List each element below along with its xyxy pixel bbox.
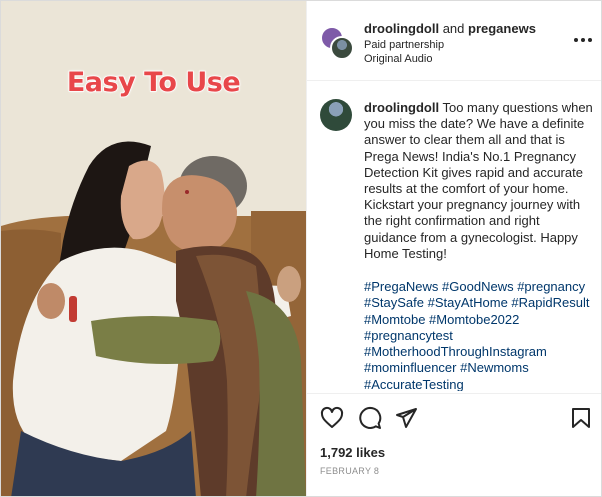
more-horizontal-icon <box>574 38 592 42</box>
caption-username[interactable]: droolingdoll <box>364 100 439 115</box>
caption-avatar[interactable] <box>320 99 352 131</box>
caption-body: Too many questions when you miss the dat… <box>364 100 593 261</box>
post-header: droolingdoll and preganews Paid partners… <box>307 1 601 81</box>
overlay-caption-text: Easy To Use <box>66 66 241 99</box>
header-username-secondary[interactable]: preganews <box>468 21 536 36</box>
caption-hashtags[interactable]: #PregaNews #GoodNews #pregnancy #StaySaf… <box>364 279 594 391</box>
header-username-primary[interactable]: droolingdoll <box>364 21 439 36</box>
header-joiner: and <box>439 21 469 36</box>
share-icon[interactable] <box>394 406 418 430</box>
heart-icon[interactable] <box>320 406 344 430</box>
avatar-droolingdoll[interactable] <box>330 36 354 60</box>
post-date[interactable]: FEBRUARY 8 <box>320 466 379 476</box>
post-side-panel: droolingdoll and preganews Paid partners… <box>306 1 601 496</box>
more-options-button[interactable] <box>572 29 594 49</box>
collab-avatars[interactable] <box>320 26 356 62</box>
post-media[interactable]: Easy To Use <box>1 1 306 496</box>
likes-count[interactable]: 1,792 likes <box>320 445 385 460</box>
caption-text: droolingdoll Too many questions when you… <box>364 100 594 262</box>
audio-label[interactable]: Original Audio <box>364 53 433 65</box>
paid-partnership-label[interactable]: Paid partnership <box>364 39 444 51</box>
comments-scroll-area[interactable]: droolingdoll Too many questions when you… <box>307 81 601 391</box>
bookmark-icon[interactable] <box>569 406 593 430</box>
instagram-post-dialog: Easy To Use droolingdoll and preganews P… <box>0 0 602 497</box>
header-accounts: droolingdoll and preganews <box>364 21 536 36</box>
post-actions: 1,792 likes FEBRUARY 8 <box>307 393 601 496</box>
comment-icon[interactable] <box>358 406 382 430</box>
